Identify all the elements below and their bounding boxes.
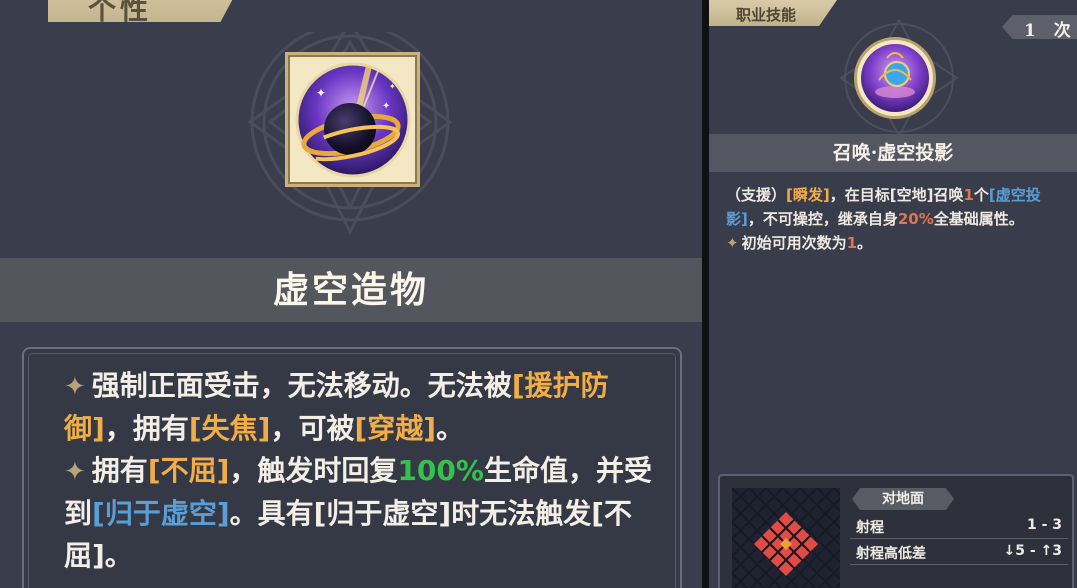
description-text: 个 bbox=[973, 186, 989, 204]
description-text: 全基础属性。 bbox=[933, 210, 1024, 228]
trait-name: 虚空造物 bbox=[272, 269, 429, 311]
skill-name: 召唤·虚空投影 bbox=[832, 142, 954, 164]
description-text: 。 bbox=[436, 412, 465, 445]
keyword-link[interactable]: 1 bbox=[847, 234, 857, 252]
svg-text:✦: ✦ bbox=[316, 86, 326, 100]
description-text: ，不可操控，继承自身 bbox=[747, 210, 898, 228]
skill-icon-frame bbox=[854, 37, 936, 119]
sparkle-icon: ✦ bbox=[64, 372, 86, 402]
description-text: ，可被 bbox=[270, 412, 355, 445]
keyword-link[interactable]: [失焦] bbox=[189, 412, 271, 445]
skill-panel: 职业技能 1 次 召唤·虚空投影 （支援）[瞬发]，在目标[空地]召唤1个[虚空… bbox=[709, 0, 1077, 588]
uses-count-badge: 1 次 bbox=[1002, 15, 1077, 39]
description-text: ，在目标[空地]召唤 bbox=[829, 186, 964, 204]
sparkle-icon: ✦ bbox=[64, 457, 86, 487]
description-paragraph: ✦ 拥有[不屈]，触发时回复100%生命值，并受到[归于虚空]。具有[归于虚空]时… bbox=[64, 450, 664, 577]
diamond-range-grid-icon bbox=[732, 488, 840, 588]
description-paragraph: ✦ 强制正面受击，无法移动。无法被[援护防御]，拥有[失焦]，可被[穿越]。 bbox=[64, 365, 664, 450]
height-diff-value: ↓5 - ↑3 bbox=[1003, 543, 1062, 559]
trait-description-box: ✦ 强制正面受击，无法移动。无法被[援护防御]，拥有[失焦]，可被[穿越]。 ✦ 拥有… bbox=[22, 347, 682, 588]
range-target-tag: 对地面 bbox=[852, 488, 954, 510]
range-key: 射程 bbox=[856, 520, 884, 536]
svg-text:✦: ✦ bbox=[382, 101, 390, 112]
trait-tab[interactable]: 个性 bbox=[48, 0, 244, 22]
height-diff-row: 射程高低差 ↓5 - ↑3 bbox=[850, 539, 1068, 565]
keyword-link[interactable]: [归于虚空] bbox=[92, 497, 230, 530]
height-diff-key: 射程高低差 bbox=[856, 546, 926, 562]
sparkle-icon: ✦ bbox=[726, 234, 739, 252]
panel-divider bbox=[702, 0, 709, 588]
description-text: 初始可用次数为 bbox=[741, 234, 847, 252]
description-text: 。 bbox=[857, 234, 873, 252]
description-text: 拥有 bbox=[91, 454, 148, 487]
trait-panel: 个性 ✦ ✦ ✦ 虚空造物 ✦ 强制正面受击，无法移动。无法被[援护防御]，拥有… bbox=[0, 0, 702, 588]
keyword-link[interactable]: 100% bbox=[397, 454, 484, 487]
range-value: 1 - 3 bbox=[1026, 517, 1062, 533]
trait-description: ✦ 强制正面受击，无法移动。无法被[援护防御]，拥有[失焦]，可被[穿越]。 ✦ 拥有… bbox=[64, 365, 664, 577]
keyword-link[interactable]: 20% bbox=[898, 210, 934, 228]
range-row: 射程 1 - 3 bbox=[850, 513, 1068, 539]
trait-name-band: 虚空造物 bbox=[0, 258, 702, 322]
description-text: 强制正面受击，无法移动。无法被 bbox=[91, 369, 512, 402]
description-text: ，拥有 bbox=[104, 412, 189, 445]
keyword-link[interactable]: 1 bbox=[963, 186, 973, 204]
void-projection-icon bbox=[861, 44, 929, 112]
keyword-link[interactable]: [不屈] bbox=[148, 454, 230, 487]
range-grid-thumbnail bbox=[732, 488, 840, 588]
svg-text:✦: ✦ bbox=[389, 82, 396, 91]
description-text: （支援） bbox=[726, 186, 787, 204]
skill-description: （支援）[瞬发]，在目标[空地]召唤1个[虚空投影]，不可操控，继承自身20%全… bbox=[726, 183, 1068, 255]
description-text: ，触发时回复 bbox=[229, 454, 398, 487]
skill-name-band: 召唤·虚空投影 bbox=[709, 134, 1077, 172]
keyword-link[interactable]: [穿越] bbox=[354, 412, 436, 445]
description-paragraph: ✦ 初始可用次数为1。 bbox=[726, 231, 1068, 255]
range-info-box: 对地面 射程 1 - 3 射程高低差 ↓5 - ↑3 bbox=[718, 474, 1074, 588]
job-skill-tab[interactable]: 职业技能 bbox=[709, 0, 837, 26]
void-orb-icon: ✦ ✦ ✦ bbox=[295, 62, 411, 178]
description-paragraph: （支援）[瞬发]，在目标[空地]召唤1个[虚空投影]，不可操控，继承自身20%全… bbox=[726, 183, 1068, 231]
trait-icon-frame: ✦ ✦ ✦ bbox=[285, 52, 420, 187]
keyword-link[interactable]: [瞬发] bbox=[786, 186, 830, 204]
